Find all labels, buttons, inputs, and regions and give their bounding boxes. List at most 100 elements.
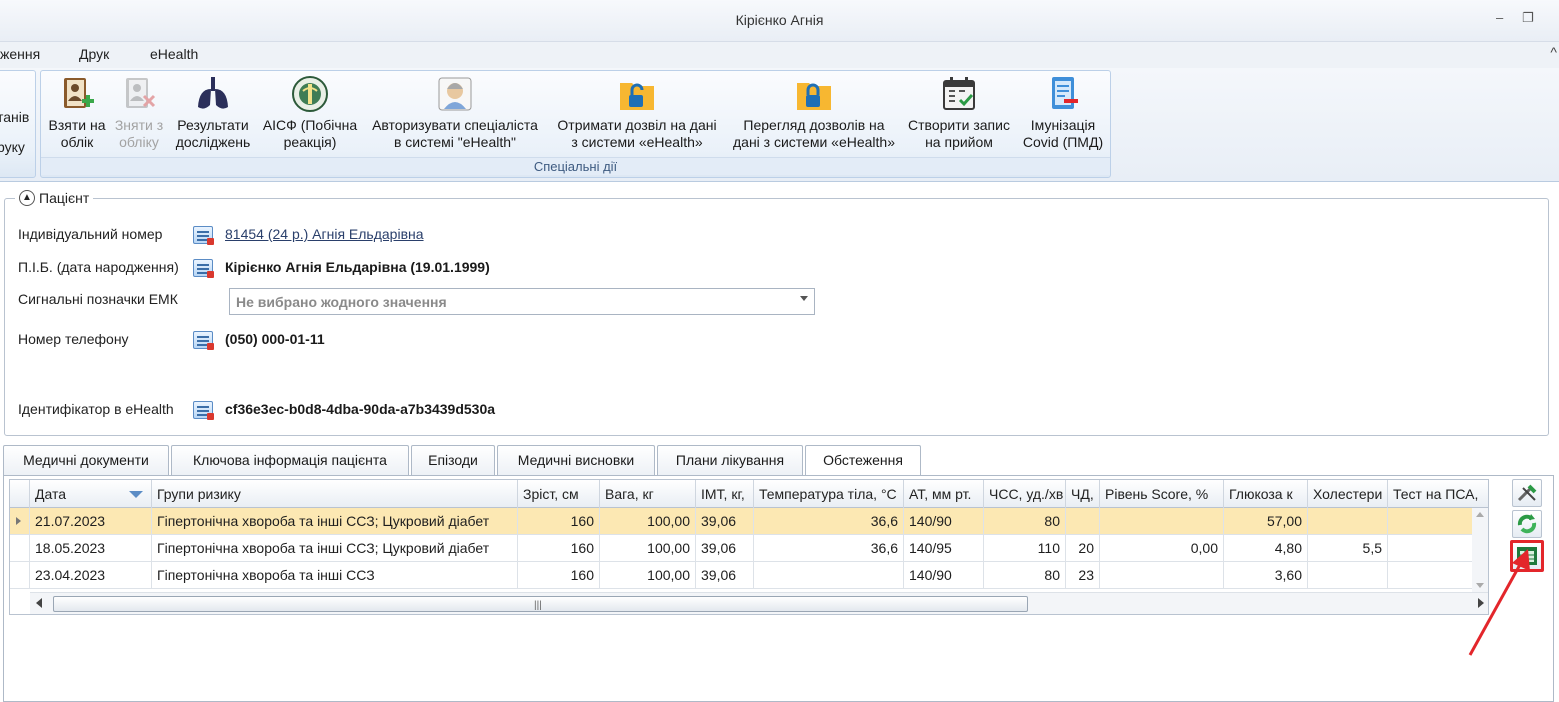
- cell-blood-pressure[interactable]: 140/90: [904, 508, 984, 535]
- cell-weight[interactable]: 100,00: [600, 508, 696, 535]
- tab-key-info[interactable]: Ключова інформація пацієнта: [171, 445, 409, 475]
- grip-icon: |||: [534, 600, 542, 611]
- cell-heart-rate[interactable]: 110: [984, 535, 1066, 562]
- card-icon[interactable]: [193, 259, 214, 278]
- cell-heart-rate[interactable]: 80: [984, 508, 1066, 535]
- column-header-respiratory-rate[interactable]: ЧД,: [1066, 480, 1100, 508]
- scroll-left-icon[interactable]: [36, 598, 42, 608]
- column-header-heart-rate[interactable]: ЧСС, уд./хв: [984, 480, 1066, 508]
- minimize-button[interactable]: –: [1496, 10, 1503, 25]
- immunization-icon: [1052, 77, 1078, 109]
- aisf-button[interactable]: АІСФ (Побічна реакція): [258, 75, 362, 151]
- refresh-button[interactable]: [1512, 510, 1542, 538]
- ribbon-partial-label-2[interactable]: руку: [0, 139, 25, 155]
- collapse-icon[interactable]: ▲: [19, 190, 35, 206]
- authorize-specialist-button[interactable]: Авторизувати спеціаліста в системі "eHea…: [365, 75, 545, 151]
- tools-button[interactable]: [1512, 479, 1542, 507]
- cell-date[interactable]: 23.04.2023: [30, 562, 152, 589]
- horizontal-scrollbar[interactable]: |||: [30, 592, 1488, 614]
- card-icon[interactable]: [193, 226, 214, 245]
- cell-bmi[interactable]: 39,06: [696, 535, 754, 562]
- column-header-temperature[interactable]: Температура тіла, °С: [754, 480, 904, 508]
- cell-bmi[interactable]: 39,06: [696, 508, 754, 535]
- tab-treatment-plans[interactable]: Плани лікування: [657, 445, 803, 475]
- cell-glucose[interactable]: 3,60: [1224, 562, 1308, 589]
- column-header-glucose[interactable]: Глюкоза к: [1224, 480, 1308, 508]
- cell-blood-pressure[interactable]: 140/90: [904, 562, 984, 589]
- patient-legend[interactable]: ▲ Пацієнт: [15, 190, 94, 206]
- menu-item-ehealth[interactable]: eHealth: [150, 46, 198, 62]
- get-permission-button[interactable]: Отримати дозвіл на дані з системи «eHeal…: [547, 75, 727, 151]
- column-header-weight[interactable]: Вага, кг: [600, 480, 696, 508]
- cell-score[interactable]: [1100, 562, 1224, 589]
- covid-immunization-label-2: Covid (ПМД): [1022, 134, 1104, 150]
- calendar-icon: [943, 77, 975, 110]
- title-bar: Кірієнко Агнія – ❐: [0, 0, 1559, 42]
- chevron-down-icon[interactable]: [800, 296, 808, 301]
- cell-psa[interactable]: [1388, 508, 1474, 535]
- signal-marks-combo[interactable]: Не вибрано жодного значення: [229, 288, 815, 315]
- tab-medical-documents[interactable]: Медичні документи: [3, 445, 169, 475]
- cell-date[interactable]: 18.05.2023: [30, 535, 152, 562]
- cell-weight[interactable]: 100,00: [600, 562, 696, 589]
- full-name-value: Кірієнко Агнія Ельдарівна (19.01.1999): [225, 259, 490, 275]
- cell-temperature[interactable]: [754, 562, 904, 589]
- table-row[interactable]: 18.05.2023 Гіпертонічна хвороба та інші …: [10, 535, 1488, 562]
- column-header-blood-pressure[interactable]: АТ, мм рт.: [904, 480, 984, 508]
- cell-score[interactable]: [1100, 508, 1224, 535]
- cell-respiratory-rate[interactable]: 20: [1066, 535, 1100, 562]
- cell-height[interactable]: 160: [518, 535, 600, 562]
- doctor-icon: [438, 77, 472, 111]
- cell-bmi[interactable]: 39,06: [696, 562, 754, 589]
- view-permissions-button[interactable]: Перегляд дозволів на дані з системи «eHe…: [729, 75, 899, 151]
- table-row[interactable]: 21.07.2023 Гіпертонічна хвороба та інші …: [10, 508, 1488, 535]
- column-header-risk-groups[interactable]: Групи ризику: [152, 480, 518, 508]
- card-icon[interactable]: [193, 331, 214, 350]
- tab-episodes[interactable]: Епізоди: [411, 445, 495, 475]
- individual-number-value[interactable]: 81454 (24 р.) Агнія Ельдарівна: [225, 226, 424, 242]
- cell-score[interactable]: 0,00: [1100, 535, 1224, 562]
- cell-risk-groups[interactable]: Гіпертонічна хвороба та інші ССЗ: [152, 562, 518, 589]
- deregister-button[interactable]: Зняти з обліку: [111, 75, 167, 151]
- cell-height[interactable]: 160: [518, 562, 600, 589]
- cell-temperature[interactable]: 36,6: [754, 508, 904, 535]
- register-button[interactable]: Взяти на облік: [45, 75, 109, 151]
- cell-weight[interactable]: 100,00: [600, 535, 696, 562]
- column-header-height[interactable]: Зріст, см: [518, 480, 600, 508]
- cell-respiratory-rate[interactable]: [1066, 508, 1100, 535]
- cell-heart-rate[interactable]: 80: [984, 562, 1066, 589]
- tab-medical-conclusions[interactable]: Медичні висновки: [497, 445, 655, 475]
- cell-cholesterol[interactable]: [1308, 562, 1388, 589]
- lungs-icon: [198, 77, 228, 109]
- column-header-score[interactable]: Рівень Score, %: [1100, 480, 1224, 508]
- column-header-cholesterol[interactable]: Холестери: [1308, 480, 1388, 508]
- cell-risk-groups[interactable]: Гіпертонічна хвороба та інші ССЗ; Цукров…: [152, 535, 518, 562]
- cell-cholesterol[interactable]: 5,5: [1308, 535, 1388, 562]
- table-row[interactable]: 23.04.2023 Гіпертонічна хвороба та інші …: [10, 562, 1488, 589]
- cell-risk-groups[interactable]: Гіпертонічна хвороба та інші ССЗ; Цукров…: [152, 508, 518, 535]
- menu-item-examination[interactable]: ження: [0, 46, 40, 62]
- ribbon-partial-label-1[interactable]: танів: [0, 109, 29, 125]
- cell-respiratory-rate[interactable]: 23: [1066, 562, 1100, 589]
- cell-blood-pressure[interactable]: 140/95: [904, 535, 984, 562]
- cell-temperature[interactable]: 36,6: [754, 535, 904, 562]
- research-results-button[interactable]: Результати досліджень: [171, 75, 255, 151]
- card-icon[interactable]: [193, 401, 214, 420]
- column-header-bmi[interactable]: ІМТ, кг,: [696, 480, 754, 508]
- column-header-date[interactable]: Дата: [30, 480, 152, 508]
- tab-examinations[interactable]: Обстеження: [805, 445, 921, 476]
- ribbon-collapse-icon[interactable]: ^: [1550, 44, 1557, 60]
- cell-date[interactable]: 21.07.2023: [30, 508, 152, 535]
- create-appointment-button[interactable]: Створити запис на прийом: [901, 75, 1017, 151]
- cell-glucose[interactable]: 57,00: [1224, 508, 1308, 535]
- cell-glucose[interactable]: 4,80: [1224, 535, 1308, 562]
- column-header-psa[interactable]: Тест на ПСА,: [1388, 480, 1488, 508]
- restore-button[interactable]: ❐: [1522, 10, 1534, 26]
- horizontal-scroll-thumb[interactable]: |||: [53, 596, 1028, 612]
- menu-item-print[interactable]: Друк: [79, 46, 109, 62]
- cell-cholesterol[interactable]: [1308, 508, 1388, 535]
- get-permission-label-1: Отримати дозвіл на дані: [557, 117, 717, 133]
- covid-immunization-button[interactable]: Імунізація Covid (ПМД): [1019, 75, 1107, 151]
- cell-height[interactable]: 160: [518, 508, 600, 535]
- scroll-up-icon[interactable]: [1476, 512, 1484, 517]
